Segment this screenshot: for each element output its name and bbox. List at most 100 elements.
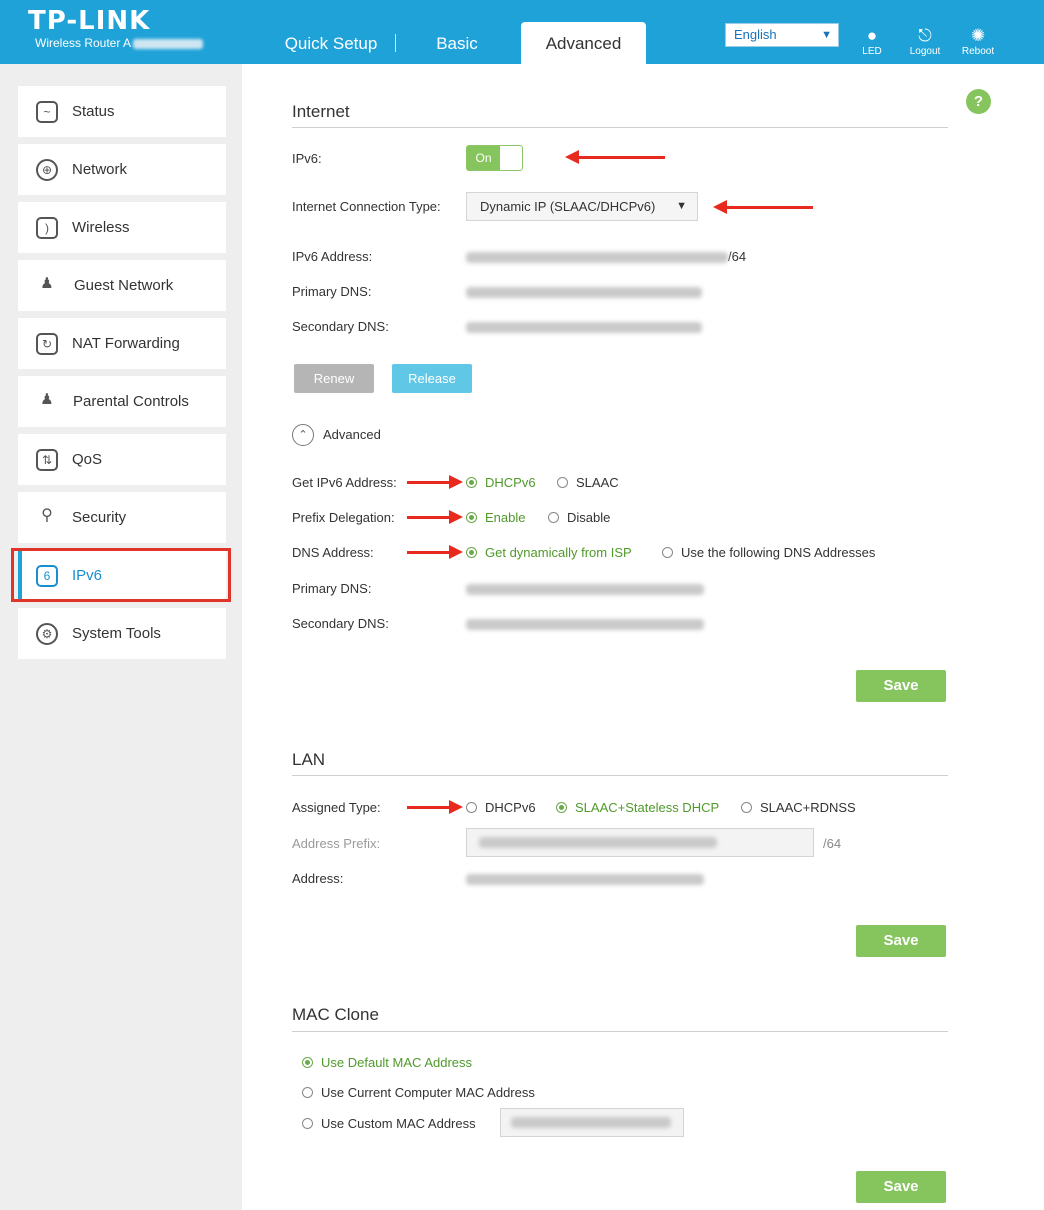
secondary-dns-value [466, 319, 702, 334]
annotation-arrow [407, 800, 463, 814]
sidebar-item-parental-controls[interactable]: ♟ Parental Controls [18, 376, 226, 427]
wifi-icon: ) [36, 217, 58, 239]
parental-icon: ♟ [40, 391, 54, 408]
annotation-arrow [407, 475, 463, 489]
internet-save-button[interactable]: Save [856, 670, 946, 702]
radio-lan-slaac-rdnss[interactable]: SLAAC+RDNSS [741, 800, 856, 815]
radio-dot [466, 802, 477, 813]
reboot-button[interactable]: ✺ Reboot [956, 26, 1000, 57]
sidebar-item-security[interactable]: ⚲ Security [18, 492, 226, 543]
address-prefix-label: Address Prefix: [292, 836, 381, 851]
radio-dhcpv6[interactable]: DHCPv6 [466, 475, 536, 490]
radio-default-mac[interactable]: Use Default MAC Address [302, 1055, 472, 1070]
sidebar-item-status[interactable]: ~ Status [18, 86, 226, 137]
renew-button[interactable]: Renew [294, 364, 374, 393]
radio-slaac[interactable]: SLAAC [557, 475, 619, 490]
radio-dot [548, 512, 559, 523]
logout-button[interactable]: ⎋ Logout [903, 26, 947, 57]
sidebar-item-system-tools[interactable]: ⚙ System Tools [18, 608, 226, 659]
release-button[interactable]: Release [392, 364, 472, 393]
lan-address-value [466, 871, 704, 886]
section-title-lan: LAN [292, 750, 326, 769]
ipv6-toggle[interactable]: On [466, 145, 523, 171]
bulb-icon: ● [866, 26, 878, 45]
lan-save-button[interactable]: Save [856, 925, 946, 957]
sidebar-item-wireless[interactable]: ) Wireless [18, 202, 226, 253]
logout-icon: ⎋ [918, 26, 932, 45]
blurred-value [466, 874, 704, 886]
section-title-mac-clone: MAC Clone [292, 1005, 379, 1024]
annotation-arrow [713, 200, 813, 214]
dns-address-label: DNS Address: [292, 545, 374, 560]
divider [292, 127, 948, 128]
router-model-label: Wireless Router A [35, 36, 204, 50]
divider [292, 775, 948, 776]
gear-icon: ⚙ [36, 623, 58, 645]
radio-custom-mac[interactable]: Use Custom MAC Address [302, 1116, 476, 1131]
adv-secondary-dns-value [466, 616, 704, 631]
lock-icon: ⚲ [41, 507, 53, 524]
radio-dot [302, 1087, 313, 1098]
radio-dot [741, 802, 752, 813]
custom-mac-field[interactable] [500, 1108, 684, 1137]
annotation-arrow [565, 150, 665, 164]
sidebar-item-network[interactable]: ⊕ Network [18, 144, 226, 195]
top-header: TP-LINK Wireless Router A Quick Setup Ba… [0, 0, 1044, 64]
ipv6-address-label: IPv6 Address: [292, 249, 373, 264]
radio-prefix-enable[interactable]: Enable [466, 510, 525, 525]
assigned-type-label: Assigned Type: [292, 800, 381, 815]
address-prefix-field[interactable] [466, 828, 814, 857]
radio-dot [302, 1118, 313, 1129]
tplink-logo: TP-LINK [28, 6, 151, 36]
advanced-toggle-label[interactable]: Advanced [323, 427, 381, 442]
tab-basic[interactable]: Basic [398, 22, 516, 64]
adv-primary-dns-value [466, 581, 704, 596]
radio-dot [662, 547, 673, 558]
ipv6-label: IPv6: [292, 151, 322, 166]
guest-icon: ♟ [40, 275, 54, 292]
blurred-value [466, 287, 702, 299]
radio-lan-dhcpv6[interactable]: DHCPv6 [466, 800, 536, 815]
sidebar-item-nat-forwarding[interactable]: ↻ NAT Forwarding [18, 318, 226, 369]
radio-lan-slaac-stateless[interactable]: SLAAC+Stateless DHCP [556, 800, 719, 815]
section-title-internet: Internet [292, 102, 350, 121]
led-button[interactable]: ● LED [850, 26, 894, 57]
divider [292, 1031, 948, 1032]
annotation-highlight-box [11, 548, 231, 602]
annotation-arrow [407, 510, 463, 524]
caret-down-icon: ▼ [676, 200, 687, 212]
adv-secondary-dns-label: Secondary DNS: [292, 616, 389, 631]
primary-dns-value [466, 284, 702, 299]
help-icon[interactable]: ? [966, 89, 991, 114]
sidebar-item-qos[interactable]: ⇅ QoS [18, 434, 226, 485]
qos-icon: ⇅ [36, 449, 58, 471]
adv-primary-dns-label: Primary DNS: [292, 581, 372, 596]
radio-prefix-disable[interactable]: Disable [548, 510, 610, 525]
mac-clone-save-button[interactable]: Save [856, 1171, 946, 1203]
chevron-up-icon[interactable]: ⌃ [292, 424, 314, 446]
tab-quick-setup[interactable]: Quick Setup [272, 22, 390, 64]
lan-address-label: Address: [292, 871, 344, 886]
chevron-down-icon: ▼ [821, 29, 832, 41]
status-icon: ~ [36, 101, 58, 123]
radio-dns-dynamic[interactable]: Get dynamically from ISP [466, 545, 632, 560]
blurred-value [466, 252, 728, 264]
sidebar: ~ Status ⊕ Network ) Wireless ♟ Guest Networ… [0, 64, 242, 1210]
secondary-dns-label: Secondary DNS: [292, 319, 389, 334]
primary-dns-label: Primary DNS: [292, 284, 372, 299]
radio-dot [556, 802, 567, 813]
blurred-value [466, 322, 702, 334]
radio-dns-manual[interactable]: Use the following DNS Addresses [662, 545, 875, 560]
blurred-value [466, 619, 704, 631]
connection-type-label: Internet Connection Type: [292, 199, 441, 214]
reboot-icon: ✺ [970, 26, 986, 45]
radio-current-mac[interactable]: Use Current Computer MAC Address [302, 1085, 535, 1100]
sidebar-item-guest-network[interactable]: ♟ Guest Network [18, 260, 226, 311]
blurred-value [466, 584, 704, 596]
language-select[interactable]: English ▼ [725, 23, 839, 47]
tab-advanced[interactable]: Advanced [521, 22, 646, 64]
prefix-suffix: /64 [823, 836, 842, 851]
blurred-model-name [133, 38, 204, 49]
connection-type-select[interactable]: Dynamic IP (SLAAC/DHCPv6) ▼ [466, 192, 698, 221]
globe-icon: ⊕ [36, 159, 58, 181]
